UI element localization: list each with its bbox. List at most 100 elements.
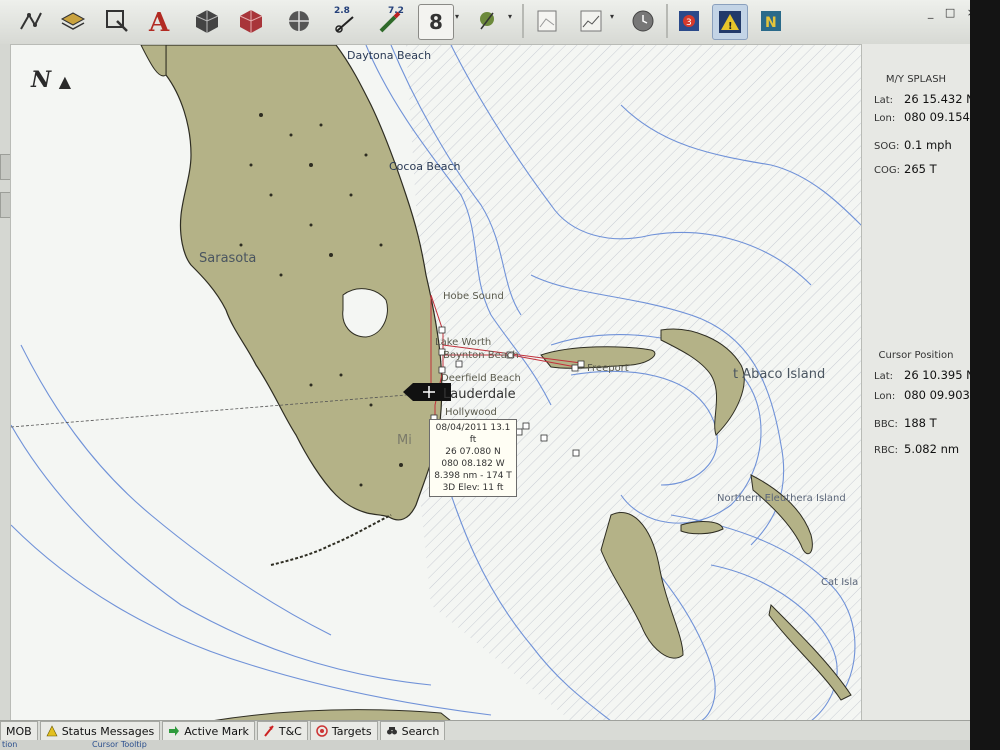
chart-canvas — [11, 45, 861, 721]
ais-button[interactable]: 3 — [672, 4, 706, 38]
mob-tab[interactable]: MOB — [0, 721, 38, 741]
target-icon — [316, 725, 328, 737]
chart-layers-button[interactable] — [56, 4, 90, 38]
cog-row: COG: 265 T — [874, 162, 937, 176]
mob-label: MOB — [6, 724, 32, 738]
north-arrow-icon: ▲ — [58, 72, 72, 91]
vessel-lat-row: Lat: 26 15.432 N — [874, 92, 975, 106]
3d-red-view-button[interactable] — [234, 4, 268, 38]
globe-icon — [289, 11, 309, 31]
binoculars-icon — [386, 727, 397, 735]
label-hobe-sound: Hobe Sound — [443, 291, 504, 302]
label-lauderdale: Lauderdale — [443, 387, 516, 402]
tooltip-line: 080 08.182 W — [441, 459, 505, 469]
profile-graph-icon — [580, 10, 602, 32]
nautical-chart[interactable]: N ▲ Daytona Beach Cocoa Beach Sarasota L… — [10, 44, 862, 722]
route-tool-button[interactable] — [14, 4, 48, 38]
targets-tab[interactable]: Targets — [309, 721, 378, 741]
sog-label: SOG: — [874, 141, 900, 152]
vessel-lon-row: Lon: 080 09.154 W — [874, 110, 985, 124]
bottom-left-text: tion — [2, 740, 18, 749]
measure-a-button[interactable]: 2.8 — [330, 4, 364, 38]
label-boynton: Boynton Beach — [443, 350, 519, 361]
measure-b-button[interactable]: 7.2 — [374, 4, 408, 38]
main-toolbar: A 2.8 7.2 8 ▾ ▾ ▾ 3 ! N _ □ × — [0, 0, 1000, 45]
alarm-button[interactable]: ! — [712, 4, 748, 40]
sog-row: SOG: 0.1 mph — [874, 138, 952, 152]
north-indicator: N ▲ — [31, 67, 71, 93]
tc-label: T&C — [278, 724, 302, 738]
cursor-tooltip-tab[interactable]: Cursor Tooltip — [92, 740, 147, 749]
cog-value: 265 T — [904, 162, 937, 176]
north-up-icon: N — [761, 11, 781, 31]
tooltip-line: 26 07.080 N — [445, 447, 501, 457]
layer-count-button[interactable]: 8 — [418, 4, 454, 40]
svg-text:N: N — [765, 15, 777, 31]
north-label: N — [31, 67, 52, 93]
weather-dropdown[interactable]: ▾ — [508, 12, 515, 24]
profile-button[interactable] — [574, 4, 608, 38]
search-tab[interactable]: Search — [379, 721, 446, 741]
profile-dropdown[interactable]: ▾ — [610, 12, 617, 24]
rbc-label: RBC: — [874, 445, 898, 456]
text-annotation-button[interactable]: A — [142, 4, 176, 38]
letter-a-icon: A — [148, 8, 170, 35]
cursor-lon-row: Lon: 080 09.903 W — [874, 388, 985, 402]
svg-text:3: 3 — [686, 18, 692, 28]
label-hollywood: Hollywood — [445, 407, 497, 418]
cursor-lat-value: 26 10.395 N — [904, 368, 975, 382]
vessel-lat-label: Lat: — [874, 95, 893, 106]
chart-page-button[interactable] — [530, 4, 564, 38]
monitor-bezel — [970, 0, 1000, 750]
chartplotter-screen: A 2.8 7.2 8 ▾ ▾ ▾ 3 ! N _ □ × N ▲ Dayton… — [0, 0, 1000, 750]
zoom-box-icon — [106, 10, 128, 32]
clock-icon — [632, 10, 654, 32]
sog-value: 0.1 mph — [904, 138, 952, 152]
label-sarasota: Sarasota — [199, 251, 257, 266]
vessel-lon-label: Lon: — [874, 113, 896, 124]
tooltip-line: 3D Elev: 11 ft — [442, 483, 504, 493]
zoom-box-button[interactable] — [100, 4, 134, 38]
layer-count-dropdown[interactable]: ▾ — [455, 12, 462, 24]
bottom-status-strip: tion Cursor Tooltip — [0, 740, 970, 750]
toolbar-separator — [666, 4, 668, 38]
label-freeport: Freeport — [587, 363, 629, 374]
ais-icon: 3 — [679, 11, 699, 31]
vessel-name: M/Y SPLASH — [885, 74, 947, 85]
bbc-value: 188 T — [904, 416, 937, 430]
active-mark-label: Active Mark — [184, 724, 249, 738]
label-eleuthera: Northern Eleuthera Island — [717, 493, 846, 504]
svg-text:A: A — [148, 8, 170, 35]
active-mark-tab[interactable]: Active Mark — [162, 721, 255, 741]
bbc-row: BBC: 188 T — [874, 416, 937, 430]
label-daytona: Daytona Beach — [347, 49, 432, 62]
label-abaco: t Abaco Island — [733, 367, 826, 382]
status-messages-label: Status Messages — [61, 724, 155, 738]
red-cube-icon — [239, 10, 263, 33]
targets-label: Targets — [331, 724, 372, 738]
cursor-lon-label: Lon: — [874, 391, 896, 402]
green-arrow-icon — [169, 726, 180, 736]
label-cat-island: Cat Isla — [821, 577, 859, 588]
tide-current-icon — [264, 725, 274, 737]
bbc-label: BBC: — [874, 419, 898, 430]
tooltip-line: 08/04/2011 13.1 ft — [435, 423, 511, 445]
cog-label: COG: — [874, 165, 900, 176]
status-messages-tab[interactable]: Status Messages — [39, 721, 161, 741]
cube-icon — [195, 10, 219, 33]
weather-button[interactable] — [470, 4, 504, 38]
layers-icon — [60, 12, 86, 30]
north-up-button[interactable]: N — [754, 4, 788, 38]
tide-clock-button[interactable] — [626, 4, 660, 38]
cursor-lat-label: Lat: — [874, 371, 893, 382]
new-providence-island — [680, 521, 724, 535]
measure-a-badge: 2.8 — [334, 6, 350, 16]
label-deerfield: Deerfield Beach — [441, 373, 521, 384]
rbc-value: 5.082 nm — [904, 442, 960, 456]
tc-tab[interactable]: T&C — [256, 721, 308, 741]
vessel-lat-value: 26 15.432 N — [904, 92, 975, 106]
globe-button[interactable] — [282, 4, 316, 38]
weather-icon — [480, 12, 494, 30]
label-cocoa: Cocoa Beach — [389, 160, 461, 173]
3d-view-button[interactable] — [190, 4, 224, 38]
